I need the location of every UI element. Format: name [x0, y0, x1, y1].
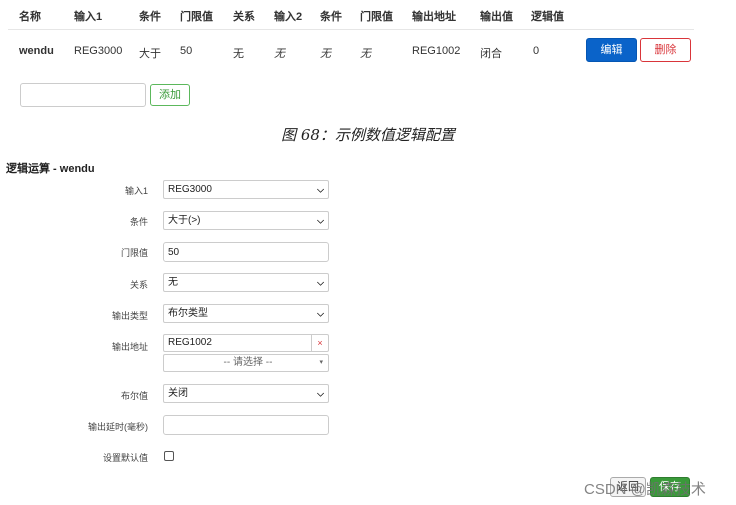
bool-value: 关闭: [168, 388, 188, 399]
cell-thr1: 50: [180, 45, 193, 57]
chevron-down-icon: ⌵: [317, 215, 324, 225]
cell-relation: 无: [233, 48, 244, 60]
csdn-watermark: CSDN @凯森技术: [584, 481, 706, 498]
header-divider: [8, 29, 694, 30]
output-type-label: 输出类型: [111, 311, 148, 321]
default-label: 设置默认值: [102, 453, 148, 463]
bool-value-label: 布尔值: [120, 391, 148, 401]
col-header-out-val: 输出值: [480, 11, 513, 23]
chevron-down-icon: ⌵: [317, 184, 324, 194]
output-addr-value: REG1002: [168, 337, 212, 348]
col-header-name: 名称: [19, 11, 41, 23]
cell-out-addr: REG1002: [412, 45, 461, 57]
cell-input2: 无: [274, 48, 285, 60]
relation-value: 无: [168, 277, 178, 288]
form-title: 逻辑运算 - wendu: [6, 163, 95, 175]
edit-button[interactable]: 编辑: [586, 38, 637, 62]
chevron-down-icon: ⌵: [317, 388, 324, 398]
output-addr-placeholder: -- 请选择 --: [223, 357, 273, 368]
chevron-down-icon: ⌵: [317, 277, 324, 287]
col-header-thr2: 门限值: [360, 11, 393, 23]
cell-logic-val: 0: [533, 45, 540, 57]
cell-cond2: 无: [320, 48, 331, 60]
col-header-cond1: 条件: [139, 11, 161, 23]
input1-value: REG3000: [168, 184, 212, 195]
bool-value-select[interactable]: 关闭 ⌵: [163, 384, 329, 403]
col-header-cond2: 条件: [320, 11, 342, 23]
col-header-input2: 输入2: [274, 11, 303, 23]
relation-label: 关系: [129, 280, 148, 290]
condition-value: 大于(>): [168, 215, 201, 226]
condition-select[interactable]: 大于(>) ⌵: [163, 211, 329, 230]
col-header-thr1: 门限值: [180, 11, 213, 23]
cell-name: wendu: [19, 45, 54, 57]
output-type-value: 布尔类型: [168, 308, 208, 319]
col-header-relation: 关系: [233, 11, 255, 23]
col-header-logic-val: 逻辑值: [531, 11, 564, 23]
chevron-down-icon: ⌵: [317, 308, 324, 318]
col-header-input1: 输入1: [74, 11, 103, 23]
add-button[interactable]: 添加: [150, 84, 190, 106]
output-addr-field[interactable]: REG1002 ×: [163, 334, 329, 352]
cell-out-val: 闭合: [480, 48, 502, 60]
output-addr-picker[interactable]: -- 请选择 -- ▾: [163, 354, 329, 372]
cell-thr2: 无: [360, 48, 371, 60]
output-type-select[interactable]: 布尔类型 ⌵: [163, 304, 329, 323]
input1-select[interactable]: REG3000 ⌵: [163, 180, 329, 199]
cell-input1: REG3000: [74, 45, 123, 57]
figure-caption: 图 68：示例数值逻辑配置: [281, 126, 455, 144]
delete-button[interactable]: 删除: [640, 38, 691, 62]
cell-cond1: 大于: [139, 48, 161, 60]
delay-input[interactable]: [163, 415, 329, 435]
input1-label: 输入1: [124, 186, 148, 196]
col-header-out-addr: 输出地址: [412, 11, 456, 23]
condition-label: 条件: [129, 217, 148, 227]
remove-icon[interactable]: ×: [311, 335, 328, 351]
caret-down-icon: ▾: [319, 359, 323, 366]
output-addr-label: 输出地址: [111, 342, 148, 352]
relation-select[interactable]: 无 ⌵: [163, 273, 329, 292]
new-rule-name-input[interactable]: [20, 83, 146, 107]
delay-label: 输出延时(毫秒): [88, 422, 148, 432]
threshold-label: 门限值: [120, 248, 148, 258]
default-checkbox[interactable]: [164, 451, 174, 461]
threshold-input[interactable]: [163, 242, 329, 262]
